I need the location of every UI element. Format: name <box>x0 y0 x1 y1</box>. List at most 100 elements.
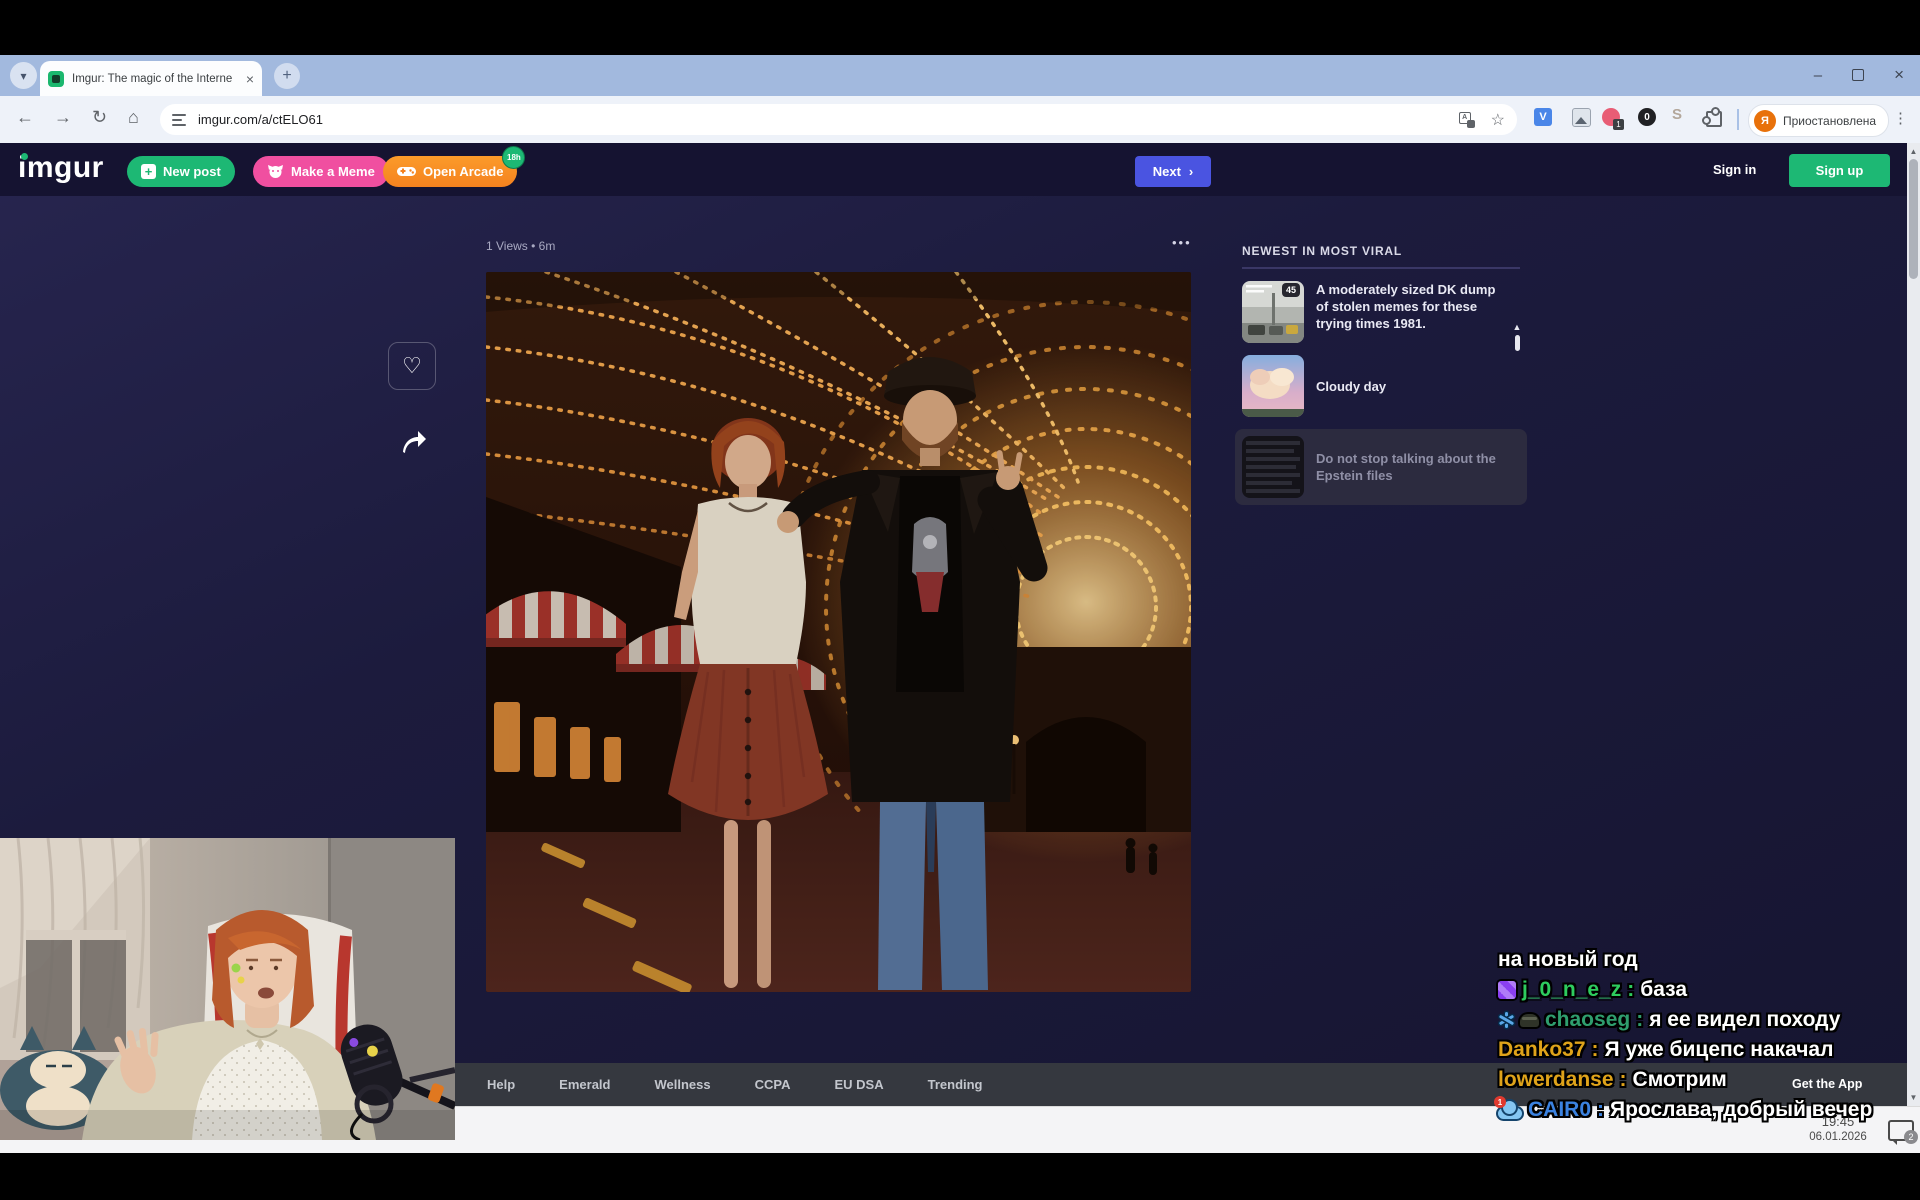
imgur-header: imgur + New post Make a Meme <box>0 143 1920 196</box>
notification-badge: 2 <box>1904 1130 1918 1144</box>
chat-message: chaoseg : я ее видел походу <box>1498 1008 1920 1032</box>
chat-text: Я уже бицепс накачал <box>1605 1038 1834 1062</box>
plus-icon: + <box>141 164 156 179</box>
imgur-logo[interactable]: imgur <box>18 151 104 185</box>
chat-username: CAIR0 <box>1528 1098 1591 1122</box>
footer-link-trending[interactable]: Trending <box>928 1077 983 1092</box>
thumbnail-clouds[interactable] <box>1242 355 1304 417</box>
footer-link-emerald[interactable]: Emerald <box>559 1077 610 1092</box>
footer-link-help[interactable]: Help <box>487 1077 515 1092</box>
chevron-right-icon: › <box>1189 164 1193 179</box>
chat-badge-snowflake-icon <box>1498 1012 1514 1028</box>
next-button[interactable]: Next› <box>1135 156 1211 187</box>
heart-icon: ♡ <box>402 353 422 379</box>
chat-badge-cap-icon <box>1520 1014 1539 1027</box>
sidebar-divider <box>1242 267 1520 269</box>
sidebar-item[interactable]: Do not stop talking about the Epstein fi… <box>1235 429 1527 505</box>
item-count-badge: 45 <box>1282 283 1300 297</box>
sidebar-item[interactable]: Cloudy day <box>1242 355 1520 417</box>
chat-colon: : <box>1597 1098 1604 1122</box>
toolbar-separator <box>1737 109 1739 130</box>
extension-badge: 1 <box>1613 119 1624 130</box>
chat-text: на новый год <box>1498 948 1638 972</box>
favorite-button[interactable]: ♡ <box>388 342 436 390</box>
bookmark-star-icon[interactable]: ☆ <box>1491 110 1505 130</box>
sidebar-most-viral: NEWEST IN MOST VIRAL 45 <box>1242 244 1520 505</box>
new-tab-button[interactable]: + <box>274 63 300 89</box>
chat-colon: : <box>1620 1068 1627 1092</box>
tab-search-chevron-icon[interactable]: ▾ <box>10 62 37 89</box>
imgur-logo-dot <box>21 153 28 160</box>
taskbar-date: 06.01.2026 <box>1798 1130 1878 1145</box>
chat-text: Смотрим <box>1633 1068 1727 1092</box>
new-post-button[interactable]: + New post <box>127 156 235 187</box>
close-window-button[interactable]: × <box>1894 65 1904 85</box>
scrollbar-up-icon[interactable]: ▲ <box>1907 147 1920 156</box>
extension-s-icon[interactable]: S <box>1672 106 1682 124</box>
forward-icon[interactable]: → <box>54 107 72 128</box>
chat-colon: : <box>1592 1038 1599 1062</box>
thumbnail-epstein[interactable] <box>1242 436 1304 498</box>
post-image[interactable] <box>486 272 1191 992</box>
thumbnail-memes[interactable]: 45 <box>1242 281 1304 343</box>
sidebar-item[interactable]: 45 A moderately sized DK dump of stolen … <box>1242 281 1520 343</box>
chat-username: lowerdanse <box>1498 1068 1614 1092</box>
profile-chip[interactable]: Я Приостановлена <box>1748 104 1889 137</box>
chat-message: j_0_n_e_z : база <box>1498 978 1920 1002</box>
chat-message: lowerdanse : Смотрим <box>1498 1068 1920 1092</box>
window-controls: – × <box>1814 57 1904 93</box>
sign-in-link[interactable]: Sign in <box>1713 162 1756 177</box>
make-a-meme-button[interactable]: Make a Meme <box>253 156 389 187</box>
site-info-icon[interactable] <box>172 114 188 126</box>
footer-link-ccpa[interactable]: CCPA <box>755 1077 791 1092</box>
webcam-overlay <box>0 838 455 1140</box>
extension-v-icon[interactable]: V <box>1534 108 1552 126</box>
extension-screenshot-icon[interactable] <box>1572 108 1591 127</box>
url-text[interactable]: imgur.com/a/ctELO61 <box>198 112 1459 127</box>
chat-username: chaoseg <box>1545 1008 1630 1032</box>
sign-up-button[interactable]: Sign up <box>1789 154 1890 187</box>
browser-tab[interactable]: Imgur: The magic of the Interne × <box>40 61 262 96</box>
browser-menu-icon[interactable]: ⋮ <box>1893 109 1908 127</box>
post-menu-icon[interactable]: ••• <box>1172 235 1192 250</box>
cat-icon <box>267 164 284 179</box>
translate-icon[interactable]: A <box>1459 112 1475 128</box>
tab-close-icon[interactable]: × <box>246 71 254 87</box>
chat-text: я ее видел походу <box>1649 1008 1840 1032</box>
maximize-button[interactable] <box>1852 69 1864 81</box>
reload-icon[interactable]: ↻ <box>92 107 107 128</box>
profile-status-label: Приостановлена <box>1783 114 1876 128</box>
tab-strip: ▾ Imgur: The magic of the Interne × + – … <box>0 55 1920 96</box>
chat-username: Danko37 <box>1498 1038 1586 1062</box>
chat-text: база <box>1640 978 1687 1002</box>
chat-message: на новый год <box>1498 948 1920 972</box>
footer-link-eudsa[interactable]: EU DSA <box>834 1077 883 1092</box>
sidebar-item-title[interactable]: Do not stop talking about the Epstein fi… <box>1304 450 1502 484</box>
sidebar-item-title[interactable]: Cloudy day <box>1304 378 1502 395</box>
share-button[interactable] <box>396 425 430 459</box>
chat-colon: : <box>1627 978 1634 1002</box>
scrollbar-thumb[interactable] <box>1909 159 1918 279</box>
imgur-favicon-icon <box>48 71 64 87</box>
arcade-timer-badge: 18h <box>502 146 525 169</box>
gamepad-icon <box>397 165 416 178</box>
browser-toolbar: ← → ↻ ⌂ imgur.com/a/ctELO61 A ☆ V 1 0 S <box>0 96 1920 144</box>
chat-colon: : <box>1636 1008 1643 1032</box>
minimize-button[interactable]: – <box>1814 67 1822 84</box>
extensions-puzzle-icon[interactable] <box>1706 111 1722 127</box>
post-meta: 1 Views • 6m <box>486 239 555 253</box>
open-arcade-button[interactable]: Open Arcade 18h <box>383 156 517 187</box>
sidebar-title: NEWEST IN MOST VIRAL <box>1242 244 1520 258</box>
home-icon[interactable]: ⌂ <box>128 107 139 128</box>
sidebar-item-title[interactable]: A moderately sized DK dump of stolen mem… <box>1304 281 1502 343</box>
chat-message: Danko37 : Я уже бицепс накачал <box>1498 1038 1920 1062</box>
chat-username: j_0_n_e_z <box>1522 978 1621 1002</box>
profile-avatar: Я <box>1754 110 1776 132</box>
sidebar-scrollbar[interactable]: ▲ <box>1512 323 1522 351</box>
back-icon[interactable]: ← <box>16 107 34 128</box>
chat-text: Ярослава, добрый вечер <box>1610 1098 1872 1122</box>
footer-link-wellness[interactable]: Wellness <box>654 1077 710 1092</box>
extension-zero-icon[interactable]: 0 <box>1638 108 1656 126</box>
extension-pink-icon[interactable]: 1 <box>1602 108 1620 126</box>
address-bar[interactable]: imgur.com/a/ctELO61 A ☆ <box>160 104 1517 135</box>
